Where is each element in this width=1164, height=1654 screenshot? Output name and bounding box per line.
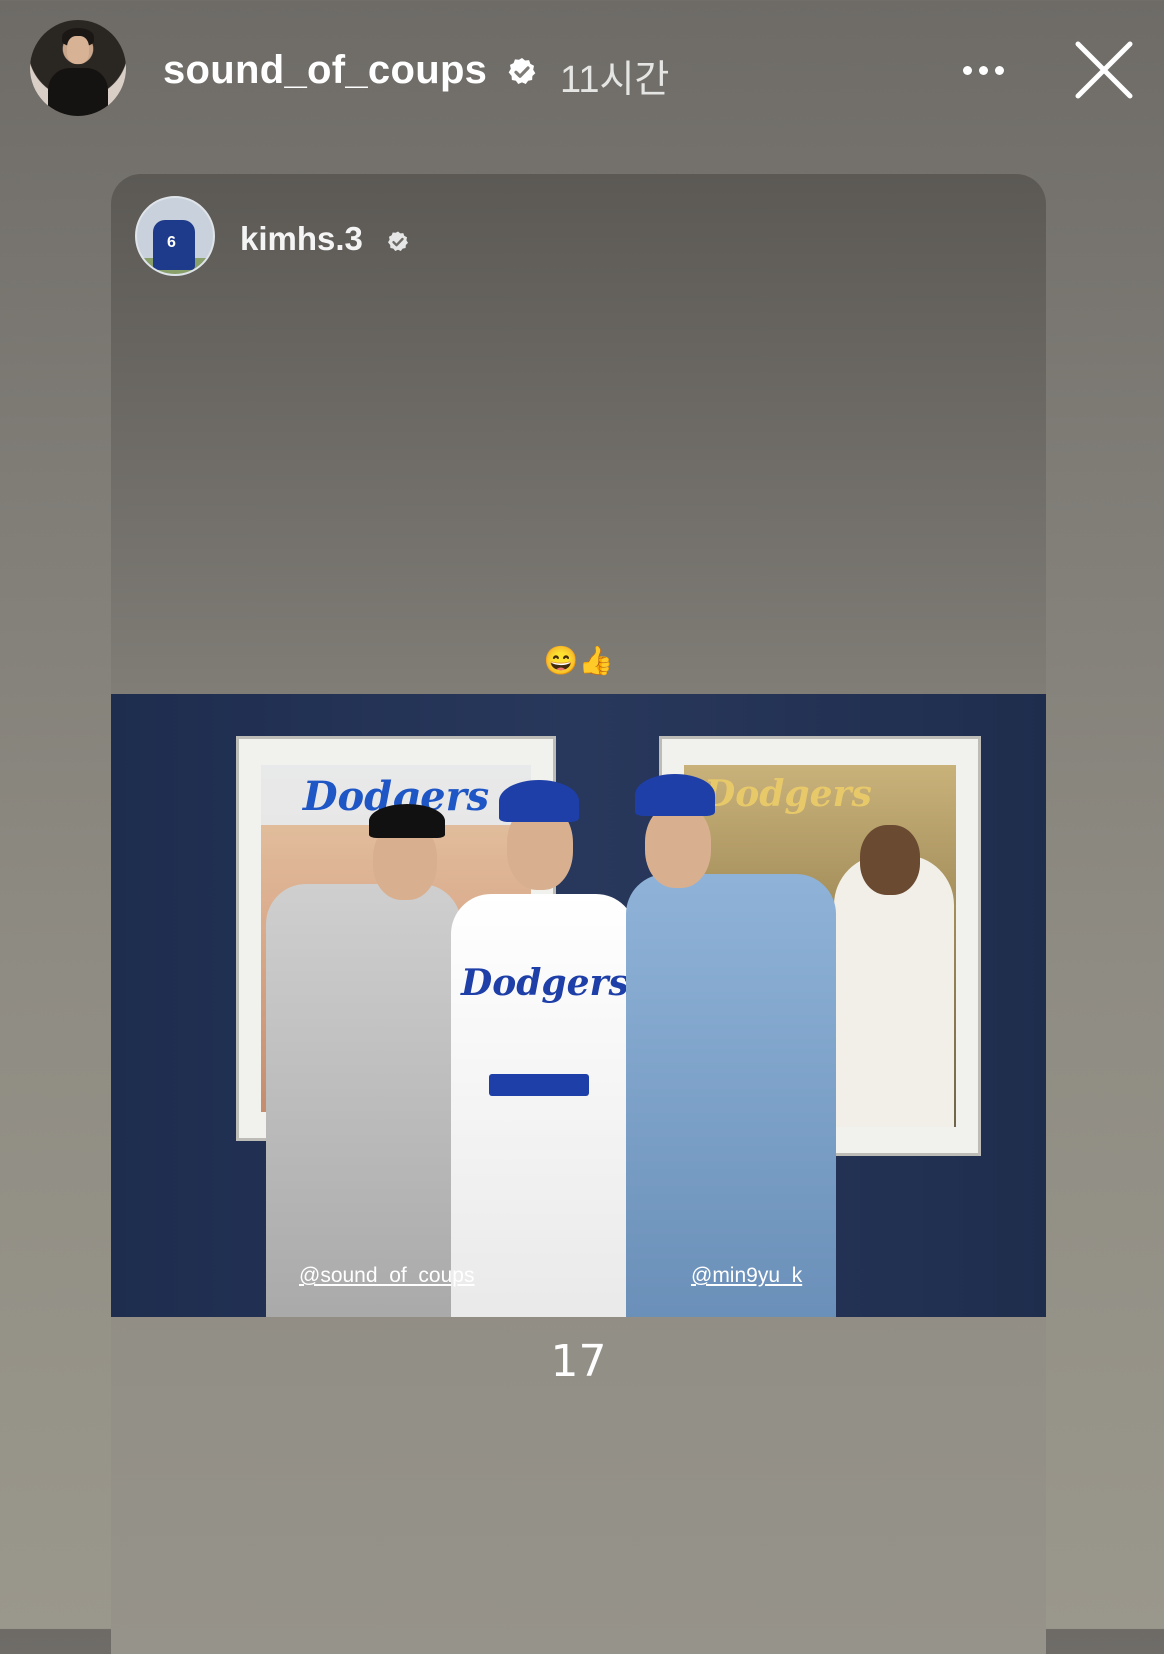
shared-post-username[interactable]: kimhs.3: [240, 220, 363, 258]
caption-emoji: 😄👍: [543, 645, 614, 676]
story-text: 17: [550, 1336, 607, 1387]
profile-avatar[interactable]: [30, 20, 126, 116]
mention-tag-right[interactable]: @min9yu_k: [691, 1264, 802, 1288]
story-header: sound_of_coups 11시간: [0, 0, 1164, 140]
shared-post-card[interactable]: 6 kimhs.3 😄👍 Dodgers Dodgers Dodgers @so…: [111, 174, 1046, 1654]
more-options-icon[interactable]: [958, 50, 1008, 90]
jersey-text: Dodgers: [461, 962, 629, 1004]
close-icon[interactable]: [1072, 38, 1136, 102]
verified-badge-icon: [388, 231, 408, 251]
post-time: 11시간: [560, 59, 670, 101]
mention-tag-left[interactable]: @sound_of_coups: [299, 1264, 474, 1288]
verified-badge-icon: [508, 58, 536, 84]
shared-post-avatar[interactable]: 6: [135, 196, 215, 276]
shared-photo: Dodgers Dodgers Dodgers @sound_of_coups …: [111, 694, 1046, 1317]
poster-title: Dodgers: [704, 773, 872, 815]
story-username[interactable]: sound_of_coups: [163, 48, 487, 93]
